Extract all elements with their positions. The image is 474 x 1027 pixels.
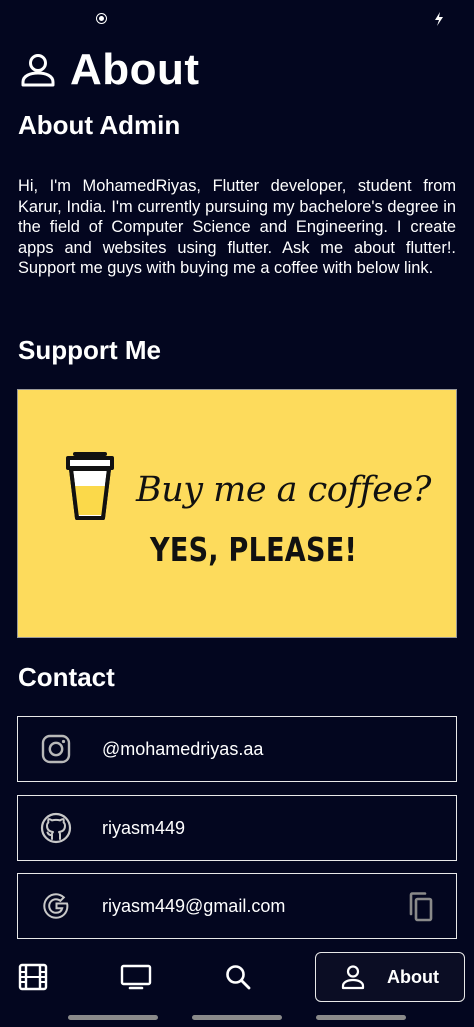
github-username: riyasm449 <box>102 817 186 838</box>
email-address: riyasm449@gmail.com <box>102 895 286 916</box>
person-icon <box>21 54 55 87</box>
search-icon <box>226 965 251 990</box>
bottom-navigation: About <box>0 950 474 1010</box>
page-title: About <box>70 45 200 94</box>
battery-charging-icon <box>435 12 443 26</box>
about-bio-text: Hi, I'm MohamedRiyas, Flutter developer,… <box>18 177 456 277</box>
google-icon <box>43 893 69 919</box>
instagram-handle: @mohamedriyas.aa <box>102 738 264 759</box>
nav-search[interactable] <box>218 950 258 1004</box>
nav-tv[interactable] <box>116 950 156 1004</box>
status-bar <box>0 0 474 38</box>
about-screen: About About Admin Hi, I'm MohamedRiyas, … <box>0 0 474 1027</box>
gesture-bar-right <box>316 1015 406 1020</box>
page-header: About <box>20 45 200 94</box>
buy-me-a-coffee-banner[interactable]: Buy me a coffee? YES, PLEASE! <box>17 389 457 638</box>
instagram-contact-card[interactable]: @mohamedriyas.aa <box>17 716 457 782</box>
nav-about[interactable]: About <box>315 952 465 1002</box>
instagram-icon <box>41 734 71 764</box>
about-admin-heading: About Admin <box>18 110 181 140</box>
notification-icon <box>97 14 106 23</box>
tv-icon <box>120 964 152 990</box>
contact-heading: Contact <box>18 662 115 692</box>
person-icon <box>341 965 365 990</box>
gesture-bar-center <box>192 1015 282 1020</box>
nav-about-label: About <box>387 966 439 987</box>
email-contact-card[interactable]: riyasm449@gmail.com <box>17 873 457 939</box>
github-contact-card[interactable]: riyasm449 <box>17 795 457 861</box>
support-heading: Support Me <box>18 335 161 365</box>
copy-icon[interactable] <box>408 892 434 922</box>
github-icon <box>40 812 72 844</box>
banner-headline: Buy me a coffee? <box>136 470 431 510</box>
banner-subline: YES, PLEASE! <box>150 530 358 569</box>
nav-movies[interactable] <box>14 950 52 1004</box>
movie-film-icon <box>18 963 48 991</box>
coffee-cup-icon <box>66 452 114 520</box>
gesture-bar-left <box>68 1015 158 1020</box>
